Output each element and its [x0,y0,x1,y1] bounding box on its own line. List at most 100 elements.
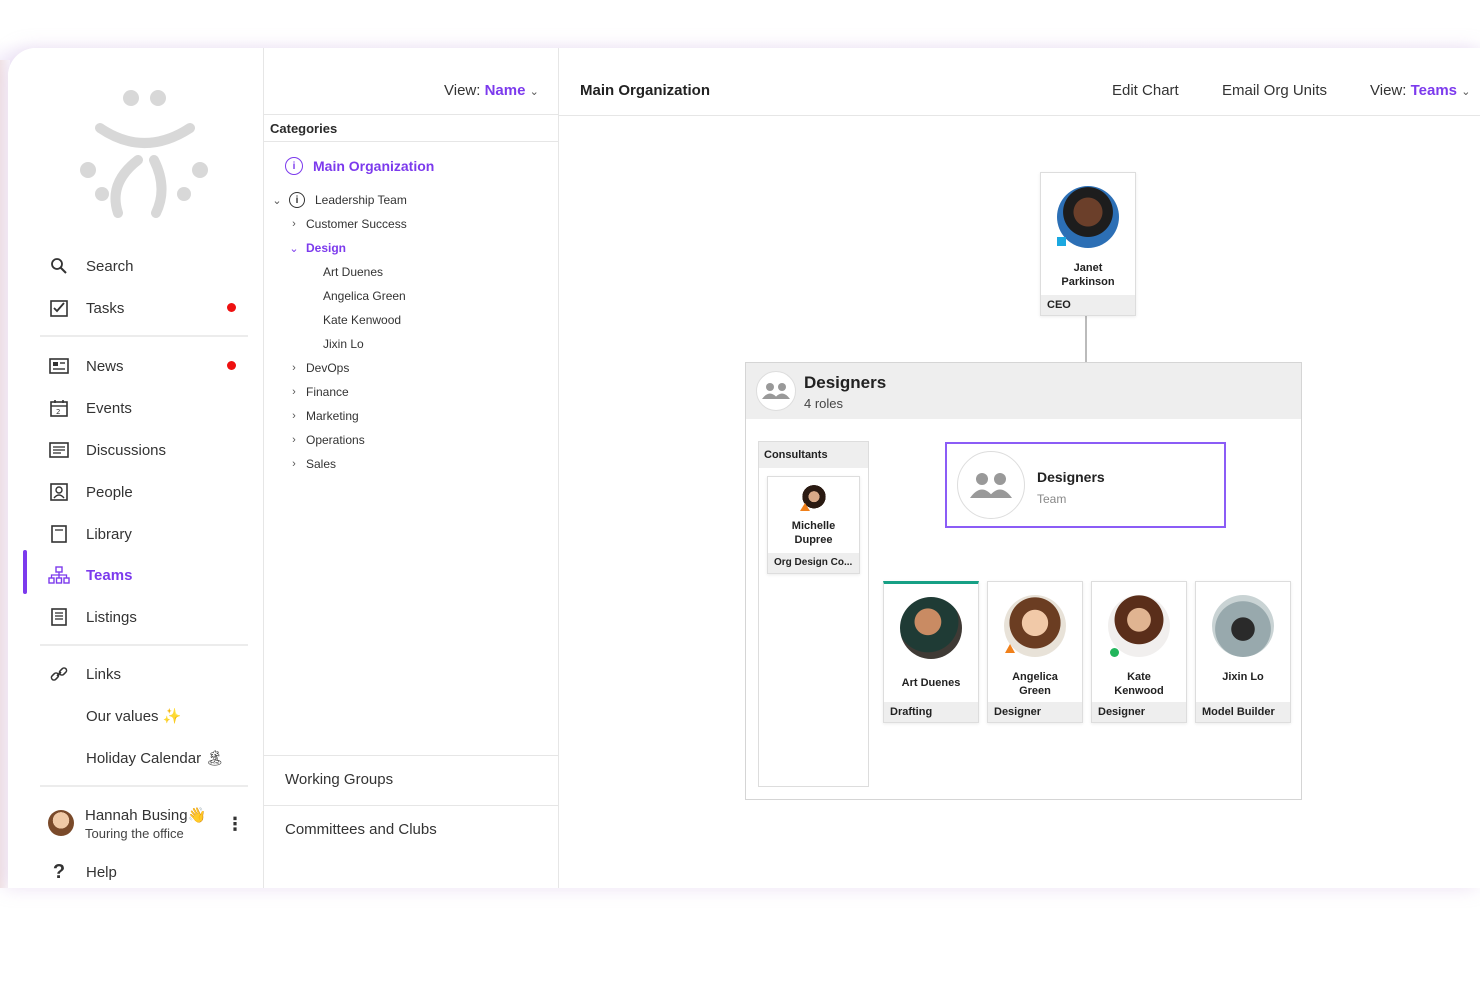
tree-item-design[interactable]: ⌄ Design [286,238,346,258]
sidebar-item-teams[interactable]: Teams [48,559,248,591]
tree-item-person[interactable]: Art Duenes [323,262,383,282]
info-icon: i [285,157,303,175]
org-card-member[interactable]: Jixin Lo Model Builder [1195,581,1291,723]
teams-icon [48,564,70,586]
org-card-consultant[interactable]: Michelle Dupree Org Design Co... [767,476,860,574]
tree-item-sales[interactable]: › Sales [286,454,336,474]
sidebar-item-label: News [86,357,124,375]
section-committees-and-clubs[interactable]: Committees and Clubs [264,805,559,855]
view-label: View: [1370,82,1407,99]
sidebar-item-search[interactable]: Search [48,250,248,282]
sidebar-item-our-values[interactable]: Our values ✨ [48,700,248,732]
sidebar-item-label: Library [86,525,132,543]
sidebar-item-links[interactable]: Links [48,658,248,690]
sidebar-divider [40,644,248,646]
chevron-down-icon: ⌄ [529,86,539,98]
tree-item-person[interactable]: Kate Kenwood [323,310,401,330]
tree-item-customer-success[interactable]: › Customer Success [286,214,407,234]
tree-item-operations[interactable]: › Operations [286,430,365,450]
edit-chart-button[interactable]: Edit Chart [1112,82,1179,99]
sidebar-item-label: Holiday Calendar 🏝 [86,750,225,767]
sidebar-item-label: Listings [86,608,137,626]
email-org-units-button[interactable]: Email Org Units [1222,82,1327,99]
tree-item-marketing[interactable]: › Marketing [286,406,359,426]
search-icon [48,255,70,277]
sidebar-item-events[interactable]: 2 Events [48,392,248,424]
team-title: Designers [1037,469,1105,485]
view-value: Teams [1410,82,1458,99]
sidebar-item-listings[interactable]: Listings [48,601,248,633]
listings-icon [48,606,70,628]
sidebar-divider [40,335,248,337]
more-options-icon[interactable]: ⋮ [226,814,244,835]
sidebar-item-help[interactable]: ? Help [48,856,248,888]
tree-item-devops[interactable]: › DevOps [286,358,349,378]
tree-item-person[interactable]: Angelica Green [323,286,406,306]
people-icon [48,481,70,503]
group-header[interactable]: Designers 4 roles [746,363,1301,419]
sidebar-item-label: Our values ✨ [86,708,182,725]
status-indicator [1110,648,1119,657]
user-status: Touring the office [85,826,184,841]
brand-logo [80,90,208,218]
section-working-groups[interactable]: Working Groups [264,755,559,805]
current-user[interactable]: Hannah Busing👋 Touring the office ⋮ [48,806,248,846]
sidebar-item-people[interactable]: People [48,476,248,508]
active-indicator [23,550,27,594]
view-teams-dropdown[interactable]: View: Teams ⌄ [1370,82,1470,99]
categories-header: Categories [264,114,559,142]
link-icon [48,663,70,685]
sidebar-item-label: Teams [86,566,133,584]
sidebar-item-tasks[interactable]: Tasks [48,292,248,324]
person-name: Parkinson [1061,276,1115,288]
tree-item-main-organization[interactable]: i Main Organization [285,156,434,176]
profile-photo [1212,595,1274,657]
library-icon [48,523,70,545]
org-card-member[interactable]: Angelica Green Designer [987,581,1083,723]
role-label: Model Builder [1196,702,1290,722]
tree-item-finance[interactable]: › Finance [286,382,349,402]
tree-item-leadership-team[interactable]: ⌄ i Leadership Team [269,190,407,210]
tasks-icon [48,297,70,319]
view-name-dropdown[interactable]: View: Name ⌄ [444,82,539,99]
calendar-icon: 2 [48,397,70,419]
group-icon [756,371,796,411]
tree-item-label: Finance [306,385,349,399]
sidebar-item-holiday-calendar[interactable]: Holiday Calendar 🏝 [48,742,248,774]
notification-dot [227,361,236,370]
designers-team-card[interactable]: Designers Team [945,442,1226,528]
sidebar-item-discussions[interactable]: Discussions [48,434,248,466]
tree-item-label: Main Organization [313,158,435,174]
person-name: Kate [1127,671,1151,683]
person-name: Kenwood [1114,685,1164,697]
tree-item-label: Angelica Green [323,289,406,303]
org-card-ceo[interactable]: Janet Parkinson CEO [1040,172,1136,316]
sidebar-item-library[interactable]: Library [48,518,248,550]
team-subtitle: Team [1037,492,1067,506]
status-indicator [1005,644,1015,653]
help-icon: ? [52,860,66,883]
role-label: Org Design Co... [768,553,859,573]
profile-photo [1057,186,1119,248]
screen: Search Tasks News 2 Events Discussions P… [0,0,1480,987]
sidebar-divider [40,785,248,787]
page-title: Main Organization [580,82,711,99]
tree-item-label: Operations [306,433,365,447]
tree-item-label: Design [306,241,347,255]
chevron-right-icon: › [292,218,296,230]
consultants-column: Consultants Michelle Dupree Org Design C… [758,441,869,787]
tree-item-label: Leadership Team [315,193,407,207]
org-card-member[interactable]: Art Duenes Drafting [883,581,979,723]
tree-item-label: Kate Kenwood [323,313,402,327]
tree-item-person[interactable]: Jixin Lo [323,334,364,354]
sidebar-item-news[interactable]: News [48,350,248,382]
person-name: Art Duenes [901,677,961,689]
svg-text:2: 2 [56,408,60,416]
role-label: Designer [1092,702,1186,722]
tree-item-label: Customer Success [306,217,407,231]
chart-toolbar: Main Organization Edit Chart Email Org U… [559,48,1480,116]
chevron-right-icon: › [292,362,296,374]
consultants-header: Consultants [759,442,868,468]
org-card-member[interactable]: Kate Kenwood Designer [1091,581,1187,723]
role-label: CEO [1041,295,1135,315]
